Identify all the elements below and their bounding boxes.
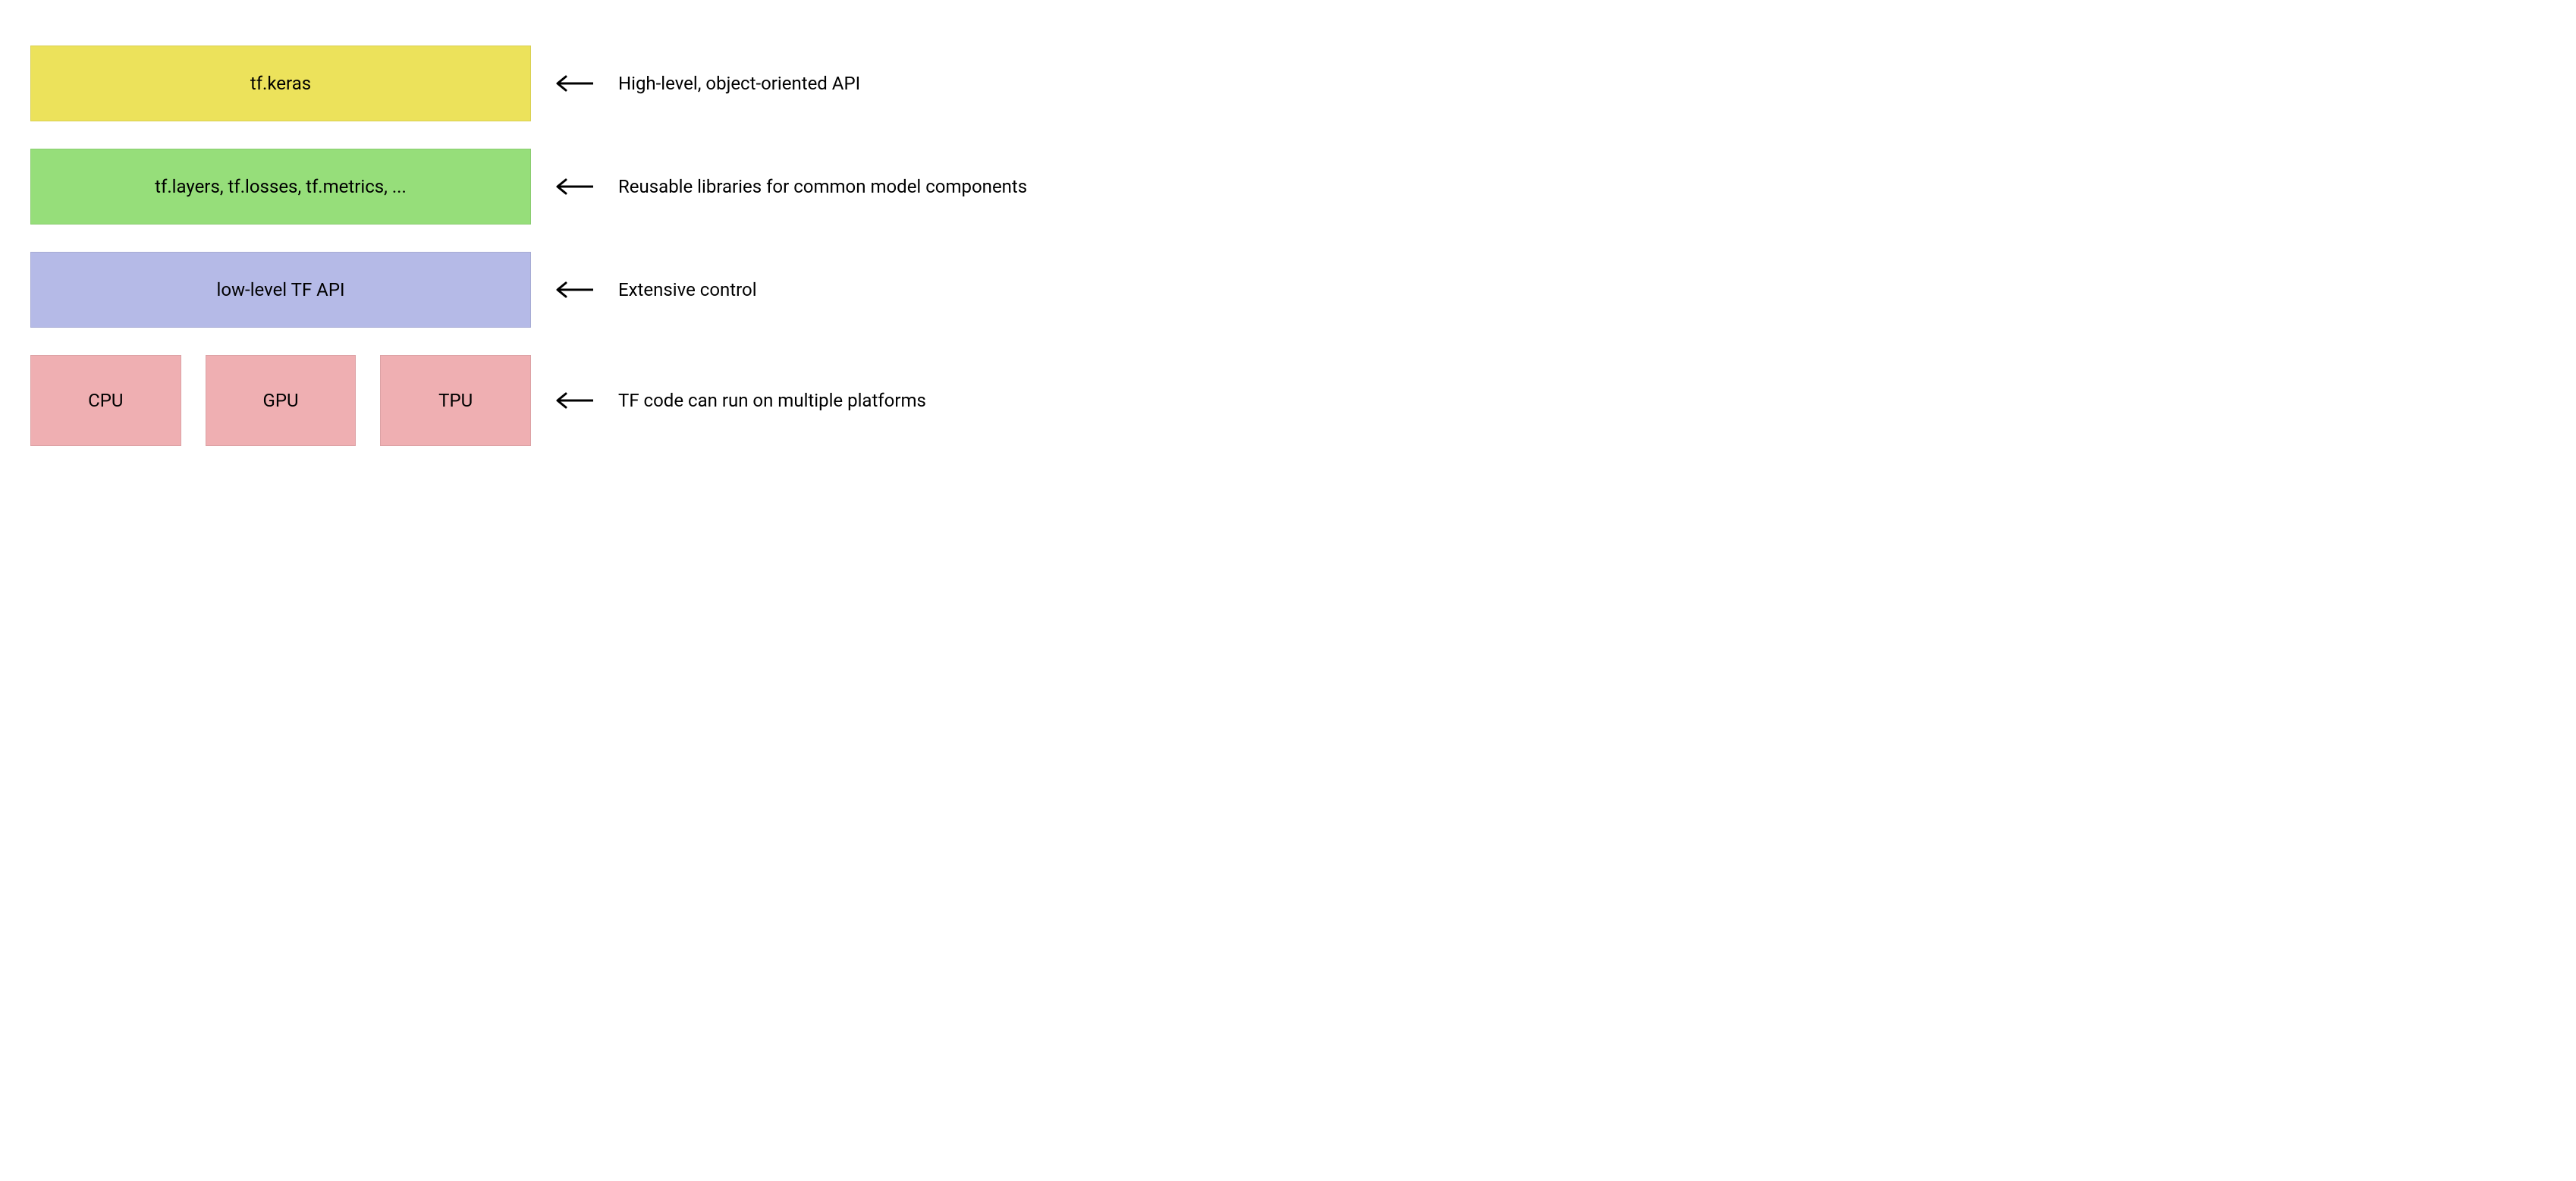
layer-block-lowlevel: low-level TF API (30, 252, 531, 328)
layer-block-keras: tf.keras (30, 46, 531, 121)
hardware-label: TPU (438, 390, 473, 411)
layer-row-hardware: CPU GPU TPU TF code can run on multiple … (30, 355, 1168, 446)
layer-row-lowlevel: low-level TF API Extensive control (30, 252, 1168, 328)
layer-block-libraries: tf.layers, tf.losses, tf.metrics, ... (30, 149, 531, 225)
layer-label: tf.keras (250, 73, 311, 94)
arrow-left-icon (554, 392, 595, 409)
hardware-block-tpu: TPU (380, 355, 531, 446)
tensorflow-api-stack-diagram: tf.keras High-level, object-oriented API… (30, 46, 1168, 446)
arrow-left-icon (554, 75, 595, 92)
layer-label: low-level TF API (217, 279, 345, 300)
hardware-block-gpu: GPU (206, 355, 357, 446)
arrow-left-icon (554, 281, 595, 298)
layer-description: Reusable libraries for common model comp… (618, 176, 1027, 197)
layer-description: Extensive control (618, 279, 757, 300)
layer-row-keras: tf.keras High-level, object-oriented API (30, 46, 1168, 121)
hardware-label: GPU (262, 390, 298, 411)
layer-description: TF code can run on multiple platforms (618, 390, 926, 411)
hardware-label: CPU (88, 390, 123, 411)
layer-row-libraries: tf.layers, tf.losses, tf.metrics, ... Re… (30, 149, 1168, 225)
layer-description: High-level, object-oriented API (618, 73, 860, 94)
arrow-left-icon (554, 178, 595, 195)
layer-label: tf.layers, tf.losses, tf.metrics, ... (155, 176, 407, 197)
hardware-block-cpu: CPU (30, 355, 181, 446)
